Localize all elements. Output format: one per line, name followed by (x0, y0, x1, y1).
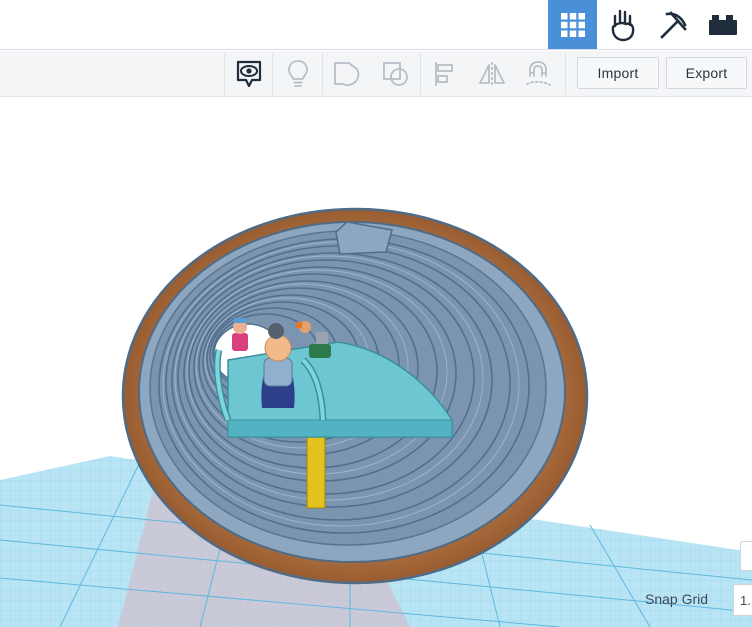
magnet-icon (526, 61, 551, 86)
mirror-button[interactable] (476, 58, 508, 90)
brick-icon (708, 14, 737, 35)
ungroup-shapes-icon (383, 62, 408, 86)
toolbar-divider (322, 53, 323, 95)
align-icon (435, 62, 453, 86)
lego-view-button[interactable] (698, 0, 747, 49)
snap-grid-label: Snap Grid (645, 591, 709, 607)
bricks-view-button[interactable] (648, 0, 697, 49)
show-all-button[interactable] (233, 58, 265, 90)
ungroup-button[interactable] (380, 58, 412, 90)
view-cube-edge[interactable] (740, 541, 752, 571)
hand-icon (611, 9, 634, 41)
pickaxe-icon (659, 10, 687, 39)
group-button[interactable] (331, 58, 363, 90)
figure-left[interactable] (232, 318, 248, 351)
grid-icon (560, 12, 585, 37)
snap-grid-select[interactable]: 1. (733, 584, 752, 616)
group-shapes-icon (334, 62, 360, 86)
eye-comment-icon (236, 60, 262, 88)
3d-design-view-button[interactable] (548, 0, 597, 49)
mirror-icon (479, 62, 505, 86)
align-button[interactable] (429, 58, 461, 90)
notes-button[interactable] (282, 58, 314, 90)
cruise-button[interactable] (522, 58, 554, 90)
workplane-scene[interactable] (0, 97, 752, 627)
import-button[interactable]: Import (577, 57, 659, 89)
lightbulb-icon (288, 60, 308, 87)
tool-bar: Import Export (0, 51, 752, 97)
toolbar-divider (224, 53, 225, 95)
toolbar-divider (272, 53, 273, 95)
toolbar-divider (565, 53, 566, 95)
toolbar-divider (420, 53, 421, 95)
export-button[interactable]: Export (666, 57, 747, 89)
workplane-viewport[interactable] (0, 97, 752, 627)
blocks-view-button[interactable] (598, 0, 647, 49)
top-bar (0, 0, 752, 50)
support-pole[interactable] (306, 431, 326, 509)
